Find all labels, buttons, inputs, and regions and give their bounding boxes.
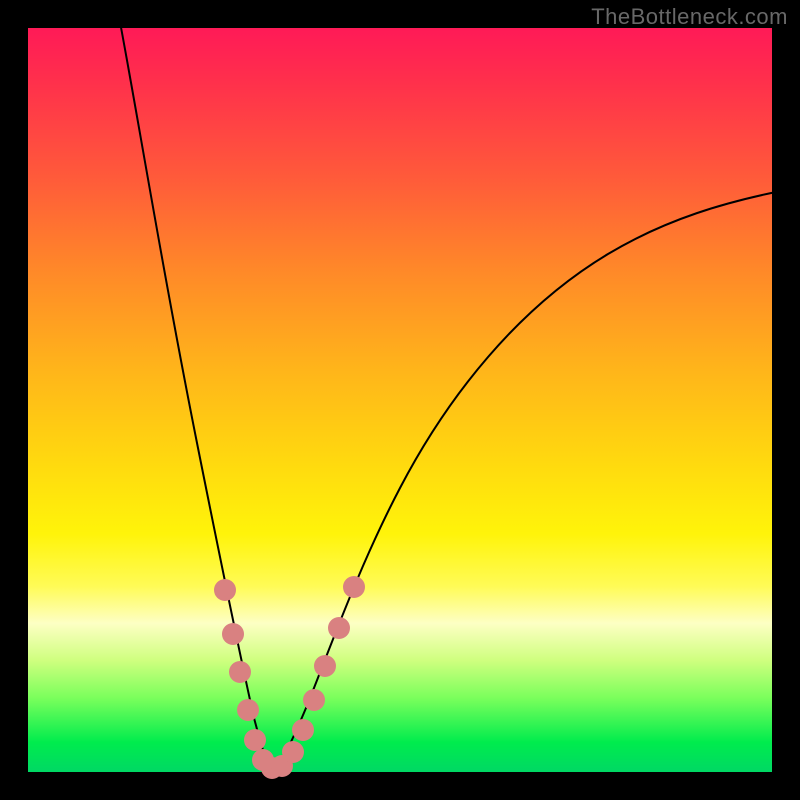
curve-left-branch	[120, 22, 272, 770]
marker-dot	[343, 576, 365, 598]
watermark-text: TheBottleneck.com	[591, 4, 788, 30]
chart-frame: TheBottleneck.com	[0, 0, 800, 800]
marker-dot	[214, 579, 236, 601]
marker-dot	[303, 689, 325, 711]
chart-svg	[28, 28, 772, 772]
marker-dot	[292, 719, 314, 741]
marker-dot	[229, 661, 251, 683]
marker-dot	[328, 617, 350, 639]
marker-dot	[222, 623, 244, 645]
marker-dot	[237, 699, 259, 721]
curve-right-branch	[272, 192, 776, 770]
marker-dot	[314, 655, 336, 677]
plot-area	[28, 28, 772, 772]
marker-dot	[244, 729, 266, 751]
marker-dot	[282, 741, 304, 763]
